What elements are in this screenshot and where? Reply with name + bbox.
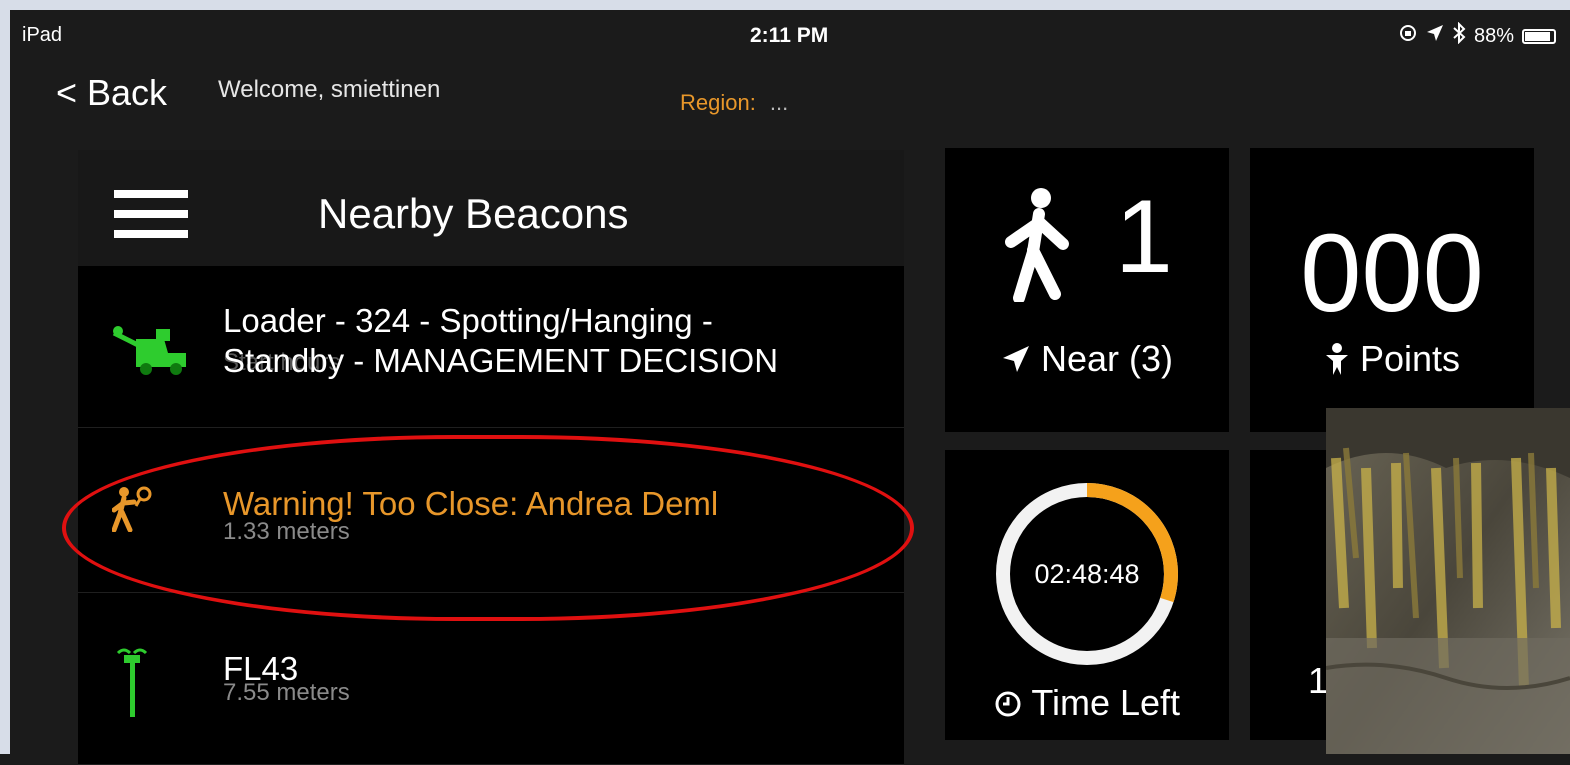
beacon-distance: 7.55 meters <box>223 679 350 706</box>
near-label: Near (3) <box>945 338 1229 380</box>
overlay-photo <box>1326 408 1570 754</box>
region-value: ... <box>769 90 789 115</box>
location-arrow-icon <box>1001 338 1041 379</box>
beacon-title-line-1: Loader - 324 - Spotting/Hanging - <box>223 302 713 339</box>
time-left-tile[interactable]: 02:48:48 Time Left <box>945 450 1229 740</box>
orientation-lock-icon <box>1398 23 1418 49</box>
near-label-text: Near (3) <box>1040 338 1174 379</box>
antenna-icon <box>112 645 152 724</box>
window-frame-top <box>0 0 1570 10</box>
beacon-list-item-warning[interactable]: Warning! Too Close: Andrea Deml 1.33 met… <box>78 428 904 593</box>
region-selector[interactable]: Region:... <box>680 90 788 116</box>
welcome-text: Welcome, smiettinen <box>218 76 441 103</box>
app-screen: iPad 2:11 PM 88% < Back Welcome, smietti… <box>10 10 1570 765</box>
points-label-text: Points <box>1359 338 1461 379</box>
status-time: 2:11 PM <box>750 24 829 47</box>
panel-header: Nearby Beacons <box>78 150 904 266</box>
region-label: Region: <box>680 90 756 115</box>
beacon-title: Loader - 324 - Spotting/Hanging - Standb… <box>223 301 778 381</box>
status-indicators: 88% <box>1398 21 1556 50</box>
walking-person-icon <box>999 186 1075 307</box>
nearby-beacons-panel: Nearby Beacons Start hours Loader - 324 … <box>78 150 904 765</box>
worker-icon <box>111 486 152 537</box>
near-tile[interactable]: 1 Near (3) <box>945 148 1229 432</box>
timer-value: 02:48:48 <box>1034 559 1140 589</box>
beacon-distance: 1.33 meters <box>223 518 350 545</box>
bluetooth-icon <box>1452 21 1466 50</box>
battery-icon <box>1522 28 1556 44</box>
clock-icon <box>994 682 1031 723</box>
device-label: iPad <box>22 24 63 46</box>
time-left-label: Time Left <box>945 682 1229 724</box>
menu-icon[interactable] <box>114 190 188 238</box>
points-label: Points <box>1250 338 1534 380</box>
window-frame-left <box>0 0 10 754</box>
points-tile[interactable]: 000 Points <box>1250 148 1534 432</box>
back-button[interactable]: < Back <box>56 72 167 114</box>
time-left-text: Time Left <box>1031 682 1181 723</box>
loader-icon <box>112 317 192 382</box>
battery-percent: 88% <box>1473 24 1514 47</box>
status-bar: iPad 2:11 PM 88% <box>10 10 1570 60</box>
near-count: 1 <box>1115 179 1173 295</box>
points-value: 000 <box>1300 212 1484 335</box>
beacon-list-item[interactable]: FL43 7.55 meters <box>78 593 904 765</box>
battery-level-fill <box>1525 31 1550 41</box>
person-icon <box>1324 338 1360 379</box>
panel-title: Nearby Beacons <box>318 190 629 237</box>
location-arrow-icon <box>1426 24 1444 48</box>
beacon-title-line-2: Standby - MANAGEMENT DECISION <box>223 342 779 379</box>
beacon-list-item[interactable]: Start hours Loader - 324 - Spotting/Hang… <box>78 267 904 428</box>
